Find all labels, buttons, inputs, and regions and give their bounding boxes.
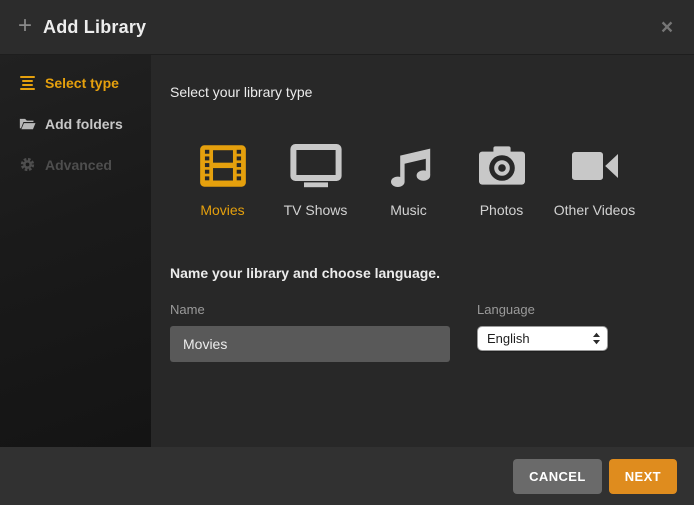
name-field-label: Name [170,302,450,317]
add-library-dialog: + Add Library × Select type Add folders [0,0,694,505]
close-icon[interactable]: × [654,14,680,40]
language-field-label: Language [477,302,608,317]
tv-icon [289,138,343,194]
library-type-label: TV Shows [284,202,348,218]
library-type-tv-shows[interactable]: TV Shows [269,138,362,218]
sidebar-item-add-folders[interactable]: Add folders [0,103,151,144]
wizard-steps-sidebar: Select type Add folders [0,55,151,447]
language-selected-value: English [487,331,530,346]
library-type-label: Other Videos [554,202,635,218]
music-note-icon [386,138,432,194]
sidebar-item-label: Advanced [45,157,112,173]
film-icon [196,138,250,194]
library-type-chooser: Movies TV Shows [176,138,674,218]
library-type-movies[interactable]: Movies [176,138,269,218]
sidebar-item-select-type[interactable]: Select type [0,62,151,103]
library-type-label: Movies [200,202,244,218]
dialog-title: Add Library [43,17,146,38]
select-type-heading: Select your library type [170,84,674,100]
plus-icon: + [18,14,32,38]
dialog-header: + Add Library × [0,0,694,55]
library-type-photos[interactable]: Photos [455,138,548,218]
dialog-footer: CANCEL NEXT [0,447,694,505]
list-icon [18,76,36,90]
language-select[interactable]: English [477,326,608,351]
library-name-input[interactable] [170,326,450,362]
library-type-other-videos[interactable]: Other Videos [548,138,641,218]
next-button[interactable]: NEXT [609,459,677,494]
updown-arrows-icon [592,332,601,345]
camera-icon [477,138,527,194]
library-type-label: Music [390,202,427,218]
dialog-main-panel: Select your library type [151,55,694,447]
library-type-label: Photos [480,202,524,218]
library-type-music[interactable]: Music [362,138,455,218]
video-camera-icon [570,138,620,194]
sidebar-item-label: Select type [45,75,119,91]
folder-icon [18,117,36,131]
gear-icon [18,157,36,172]
sidebar-item-label: Add folders [45,116,123,132]
name-language-heading: Name your library and choose language. [170,265,674,281]
cancel-button[interactable]: CANCEL [513,459,602,494]
sidebar-item-advanced: Advanced [0,144,151,185]
